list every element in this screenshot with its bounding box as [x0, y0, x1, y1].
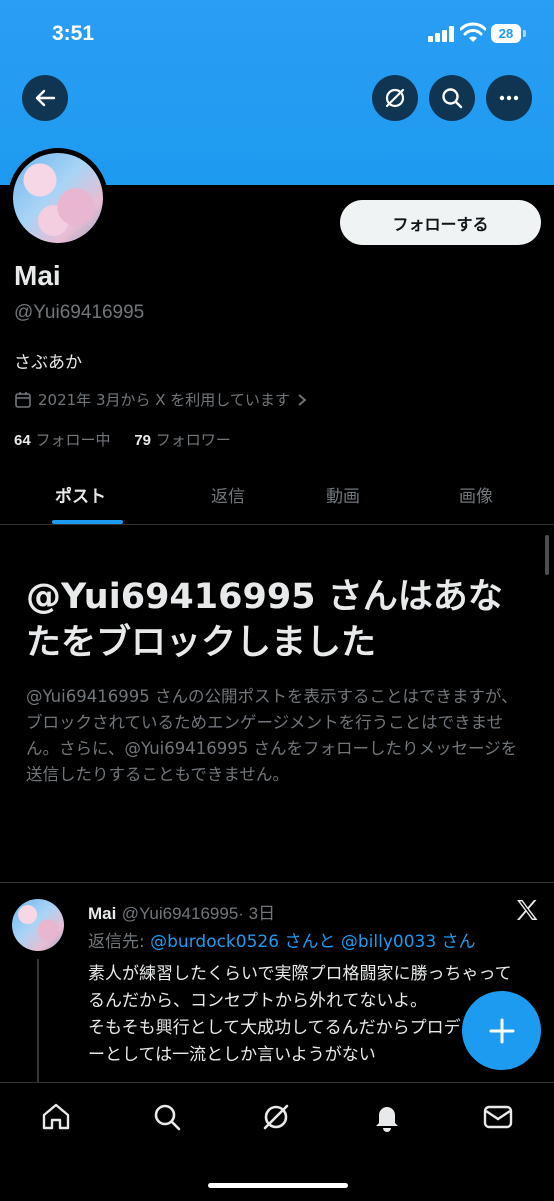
back-button[interactable]	[22, 75, 68, 121]
blocked-description: @Yui69416995 さんの公開ポストを表示することはできますが、ブロックさ…	[26, 687, 518, 784]
post-avatar[interactable]	[12, 899, 64, 951]
joined-text: 2021年 3月から X を利用しています	[38, 391, 290, 409]
blocked-title: @Yui69416995 さんはあなたをブロックしました	[26, 577, 503, 663]
following-link[interactable]: 64 フォロー中	[14, 431, 110, 449]
calendar-icon	[15, 391, 31, 408]
post-time: · 3日	[238, 904, 276, 923]
reply-prefix: 返信先:	[88, 932, 151, 952]
reply-to: 返信先: @burdock0526 さんと @billy0033 さん	[88, 927, 476, 952]
following-label: フォロー中	[35, 431, 111, 449]
active-tab-indicator	[52, 520, 123, 524]
reply-and: さんと	[279, 932, 341, 952]
search-icon	[442, 88, 463, 109]
reply-suffix: さん	[436, 932, 476, 952]
reply-mention-2[interactable]: @billy0033	[341, 932, 436, 952]
post-author-name[interactable]: Mai	[88, 904, 116, 923]
tab-posts[interactable]: ポスト	[55, 482, 106, 507]
status-time: 3:51	[52, 22, 95, 45]
home-indicator	[208, 1183, 348, 1188]
tab-videos[interactable]: 動画	[326, 482, 360, 507]
followers-label: フォロワー	[155, 431, 231, 449]
plus-icon	[489, 1018, 514, 1043]
profile-name: Mai	[14, 260, 61, 291]
cellular-signal-icon	[428, 26, 454, 42]
follow-stats: 64 フォロー中 79 フォロワー	[14, 429, 231, 450]
profile-avatar[interactable]	[8, 148, 108, 248]
more-button[interactable]	[486, 75, 532, 121]
post-header: Mai @Yui69416995· 3日	[88, 899, 275, 924]
status-bar: 3:51 28	[0, 0, 554, 70]
following-count: 64	[14, 432, 31, 449]
chevron-right-icon	[298, 393, 307, 406]
tab-media[interactable]: 画像	[459, 482, 493, 507]
compose-button[interactable]	[462, 991, 541, 1070]
mail-icon[interactable]	[482, 1101, 514, 1133]
followers-link[interactable]: 79 フォロワー	[134, 431, 230, 449]
thread-line	[37, 959, 39, 1083]
ellipsis-icon	[499, 95, 519, 101]
profile-handle: @Yui69416995	[14, 302, 145, 323]
followers-count: 79	[134, 432, 152, 449]
tab-replies[interactable]: 返信	[211, 482, 245, 507]
x-logo-icon	[517, 900, 538, 920]
reply-mention-1[interactable]: @burdock0526	[150, 932, 279, 952]
wifi-icon	[460, 22, 486, 42]
search-icon[interactable]	[151, 1101, 183, 1133]
scrollbar[interactable]	[545, 535, 549, 575]
battery-tip	[523, 30, 526, 37]
arrow-left-icon	[35, 89, 56, 107]
post-author-handle: @Yui69416995	[121, 904, 239, 923]
grok-icon[interactable]	[260, 1101, 292, 1133]
avatar-image	[13, 153, 103, 243]
post-text: 素人が練習したくらいで実際プロ格闘家に勝っちゃってるんだから、コンセプトから外れ…	[88, 964, 512, 1065]
joined-date[interactable]: 2021年 3月から X を利用しています	[14, 389, 308, 410]
bell-icon[interactable]	[371, 1101, 403, 1133]
profile-tabs: ポスト 返信 動画 画像	[0, 470, 554, 525]
home-icon[interactable]	[40, 1101, 72, 1133]
follow-button[interactable]: フォローする	[340, 200, 541, 245]
battery-icon: 28	[491, 24, 521, 43]
grok-button[interactable]	[372, 75, 418, 121]
grok-icon	[385, 88, 405, 108]
profile-bio: さぶあか	[14, 353, 82, 373]
search-button[interactable]	[429, 75, 475, 121]
